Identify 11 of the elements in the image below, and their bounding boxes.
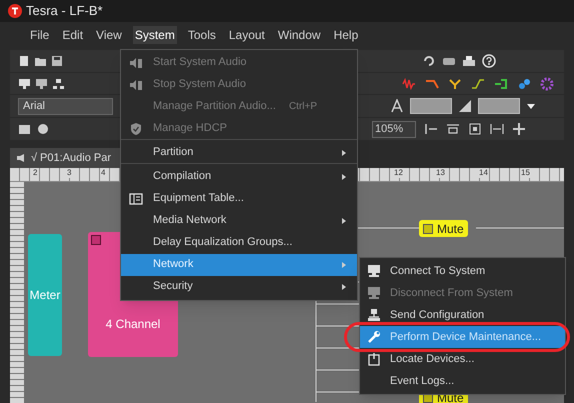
ruler-number: 4 [100,168,106,178]
shortcut-label: Ctrl+P [288,100,317,114]
ruler-number: 3 [66,168,72,178]
block-label: 4 Channel [106,316,160,333]
window-title: Tesra - LF-B* [26,2,103,20]
block-label: Meter [30,287,60,304]
ruler-number: 12 [393,168,404,178]
ruler-number: 15 [520,168,531,178]
ruler-number: 13 [435,168,446,178]
ruler-number: 14 [478,168,489,178]
ruler-number: 2 [32,168,38,178]
